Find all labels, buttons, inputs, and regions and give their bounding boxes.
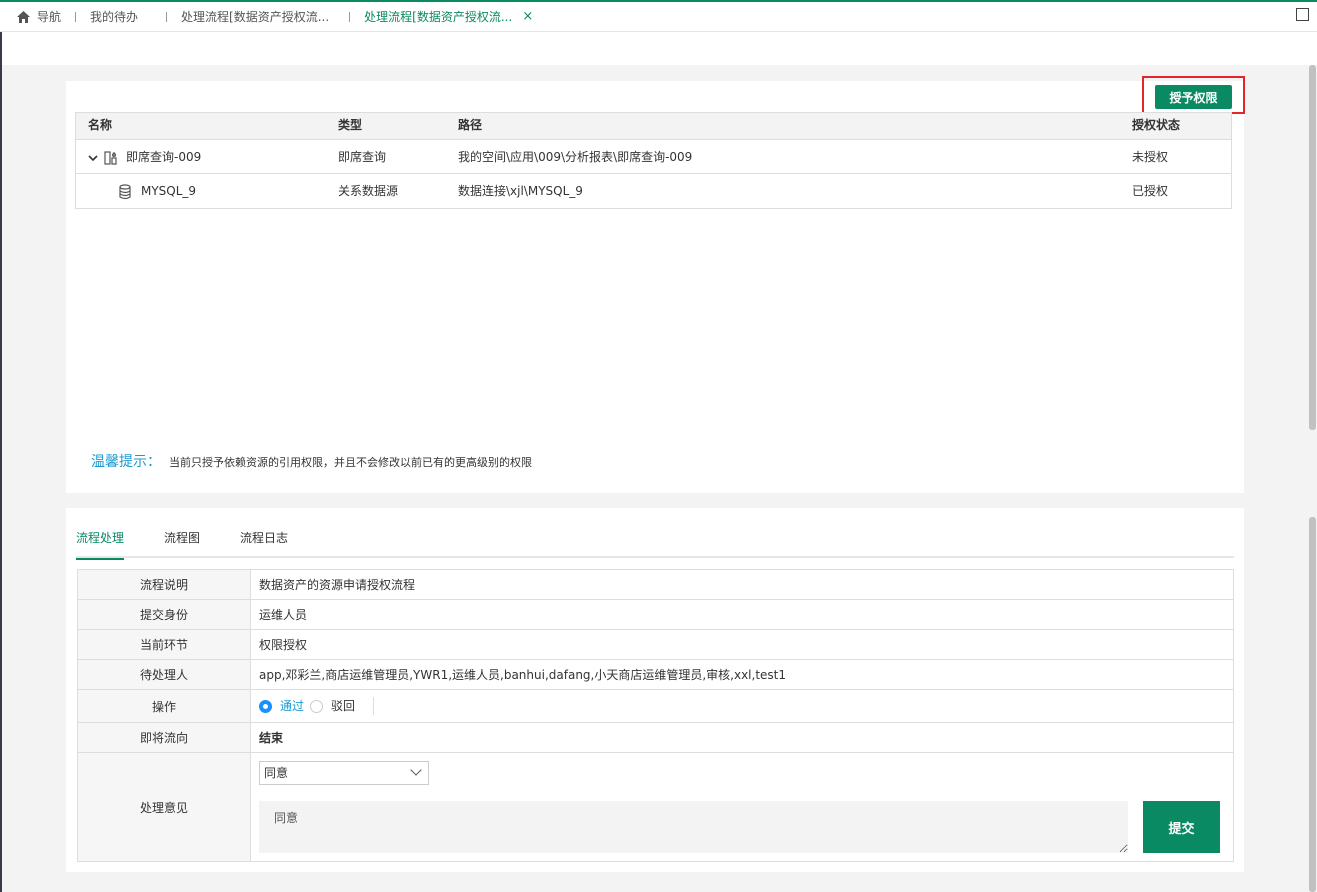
radio-pass-label[interactable]: 通过 xyxy=(280,699,304,713)
database-icon xyxy=(118,174,132,208)
dependency-panel: 授予权限 名称 类型 路径 授权状态 即席查询-009 即席查询 我的空间\应用… xyxy=(66,76,1245,493)
submit-button[interactable]: 提交 xyxy=(1143,801,1220,853)
row-type: 关系数据源 xyxy=(338,184,399,198)
tab-separator xyxy=(349,11,351,22)
table-header: 名称 类型 路径 授权状态 xyxy=(76,113,1231,140)
stage-value: 权限授权 xyxy=(250,629,1234,660)
row-name: 即席查询-009 xyxy=(126,150,202,164)
desc-value: 数据资产的资源申请授权流程 xyxy=(250,569,1234,600)
radio-pass[interactable] xyxy=(259,699,272,713)
resource-table: 名称 类型 路径 授权状态 即席查询-009 即席查询 我的空间\应用\009\… xyxy=(75,112,1232,209)
grant-permission-button[interactable]: 授予权限 xyxy=(1155,85,1232,109)
tab-process-handling[interactable]: 流程处理 xyxy=(76,530,125,560)
header-status: 授权状态 xyxy=(1132,118,1181,132)
form-row: 待处理人 app,邓彩兰,商店运维管理员,YWR1,运维人员,banhui,da… xyxy=(77,659,1234,690)
chevron-down-icon[interactable] xyxy=(88,140,98,174)
form-row: 即将流向 结束 xyxy=(77,722,1234,753)
table-row[interactable]: MYSQL_9 关系数据源 数据连接\xjl\MYSQL_9 已授权 xyxy=(76,174,1231,208)
tab-label: 导航 xyxy=(37,10,62,24)
tip-box: 温馨提示： 当前只授予依赖资源的引用权限，并且不会修改以前已有的更高级别的权限 xyxy=(91,451,532,471)
home-icon xyxy=(16,10,31,24)
highlight-box: 授予权限 xyxy=(1142,76,1245,114)
scrollbar-thumb[interactable] xyxy=(1309,65,1316,430)
left-border xyxy=(0,32,2,892)
process-tabs: 流程处理 流程图 流程日志 xyxy=(76,530,1234,560)
row-status: 未授权 xyxy=(1132,150,1169,164)
tab-separator xyxy=(75,11,77,22)
table-row[interactable]: 即席查询-009 即席查询 我的空间\应用\009\分析报表\即席查询-009 … xyxy=(76,140,1231,174)
radio-reject-label[interactable]: 驳回 xyxy=(331,699,355,713)
row-status: 已授权 xyxy=(1132,184,1169,198)
tip-label: 温馨提示： xyxy=(91,454,161,470)
tab-process-flow-2[interactable]: 处理流程[数据资产授权流... × xyxy=(356,2,541,32)
form-row: 流程说明 数据资产的资源申请授权流程 xyxy=(77,569,1234,600)
opinion-label: 处理意见 xyxy=(77,752,251,862)
opinion-cell: 同意 同意 提交 xyxy=(250,752,1234,862)
action-label: 操作 xyxy=(77,689,251,723)
process-panel: 流程处理 流程图 流程日志 流程说明 数据资产的资源申请授权流程 提交身份 运维… xyxy=(66,508,1244,872)
tab-label: 处理流程[数据资产授权流... xyxy=(364,10,513,24)
row-path: 我的空间\应用\009\分析报表\即席查询-009 xyxy=(458,150,693,164)
tab-navigation[interactable]: 导航 xyxy=(0,2,69,32)
toolbar-area xyxy=(0,32,1317,65)
form-row: 提交身份 运维人员 xyxy=(77,599,1234,630)
opinion-textarea[interactable]: 同意 xyxy=(259,801,1128,853)
next-label: 即将流向 xyxy=(77,722,251,753)
tab-flow-chart[interactable]: 流程图 xyxy=(164,530,200,558)
header-name: 名称 xyxy=(88,118,113,132)
header-type: 类型 xyxy=(338,118,363,132)
next-value: 结束 xyxy=(250,722,1234,753)
handler-value: app,邓彩兰,商店运维管理员,YWR1,运维人员,banhui,dafang,… xyxy=(250,659,1234,690)
form-row: 处理意见 同意 同意 提交 xyxy=(77,752,1234,862)
scrollbar[interactable] xyxy=(1308,65,1317,892)
handler-label: 待处理人 xyxy=(77,659,251,690)
form-row: 当前环节 权限授权 xyxy=(77,629,1234,660)
maximize-button[interactable] xyxy=(1296,8,1309,21)
tab-separator xyxy=(166,11,168,22)
header-path: 路径 xyxy=(458,118,483,132)
tab-label: 处理流程[数据资产授权流... xyxy=(181,10,330,24)
close-icon[interactable]: × xyxy=(522,9,533,24)
scrollbar-thumb[interactable] xyxy=(1309,517,1316,892)
tab-label: 我的待办 xyxy=(90,10,139,24)
row-name: MYSQL_9 xyxy=(141,184,197,198)
opinion-select-value: 同意 xyxy=(264,766,289,780)
tab-flow-log[interactable]: 流程日志 xyxy=(240,530,288,558)
opinion-select[interactable]: 同意 xyxy=(259,761,429,785)
tab-process-flow-1[interactable]: 处理流程[数据资产授权流... xyxy=(173,2,337,32)
adhoc-query-icon xyxy=(104,140,120,174)
tab-bar: 导航 我的待办 处理流程[数据资产授权流... 处理流程[数据资产授权流... … xyxy=(0,2,1317,32)
identity-value: 运维人员 xyxy=(250,599,1234,630)
radio-reject[interactable] xyxy=(310,699,324,713)
tab-my-todo[interactable]: 我的待办 xyxy=(82,2,146,32)
action-options: 通过 驳回 xyxy=(250,689,1234,723)
tip-text: 当前只授予依赖资源的引用权限，并且不会修改以前已有的更高级别的权限 xyxy=(169,456,532,469)
row-type: 即席查询 xyxy=(338,150,387,164)
row-path: 数据连接\xjl\MYSQL_9 xyxy=(458,184,583,198)
form-row: 操作 通过 驳回 xyxy=(77,689,1234,723)
chevron-down-icon xyxy=(410,764,422,776)
divider xyxy=(373,697,375,716)
stage-label: 当前环节 xyxy=(77,629,251,660)
process-form: 流程说明 数据资产的资源申请授权流程 提交身份 运维人员 当前环节 权限授权 待… xyxy=(77,569,1234,862)
identity-label: 提交身份 xyxy=(77,599,251,630)
desc-label: 流程说明 xyxy=(77,569,251,600)
